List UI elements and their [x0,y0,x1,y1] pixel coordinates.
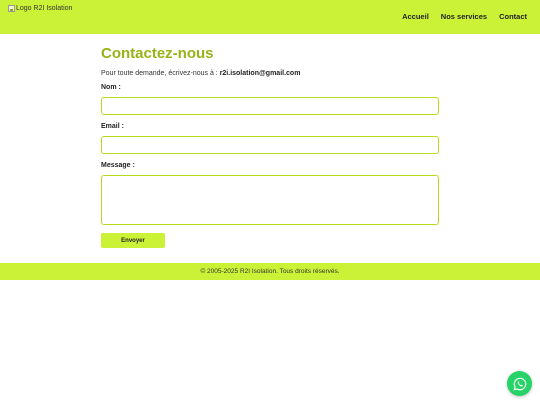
message-textarea[interactable] [101,175,439,225]
contact-form: Nom : Email : Message : Envoyer [101,84,439,248]
site-footer: © 2005-2025 R2I Isolation. Tous droits r… [0,263,540,280]
broken-image-icon [8,5,15,12]
nav-nos-services[interactable]: Nos services [441,12,487,21]
contact-email: r2i.isolation@gmail.com [219,70,301,77]
email-input[interactable] [101,136,439,154]
message-label: Message : [101,162,135,169]
contact-section: Contactez-nous Pour toute demande, écriv… [101,45,439,248]
name-label: Nom : [101,84,121,91]
contact-intro: Pour toute demande, écrivez-nous à : r2i… [101,70,439,77]
name-input[interactable] [101,97,439,115]
footer-copyright: © 2005-2025 R2I Isolation. Tous droits r… [200,268,340,275]
whatsapp-button[interactable] [507,371,532,396]
logo-broken-image[interactable]: Logo R2I Isolation [8,5,72,12]
send-button[interactable]: Envoyer [101,233,165,248]
nav-contact[interactable]: Contact [499,12,527,21]
whatsapp-icon [512,377,526,391]
logo-alt-text: Logo R2I Isolation [16,5,73,12]
page-title: Contactez-nous [101,45,214,62]
email-label: Email : [101,123,124,130]
nav-accueil[interactable]: Accueil [402,12,429,21]
site-header: Logo R2I Isolation Accueil Nos services … [0,0,540,34]
intro-text: Pour toute demande, écrivez-nous à : [101,70,220,77]
main-nav: Accueil Nos services Contact [390,12,527,21]
